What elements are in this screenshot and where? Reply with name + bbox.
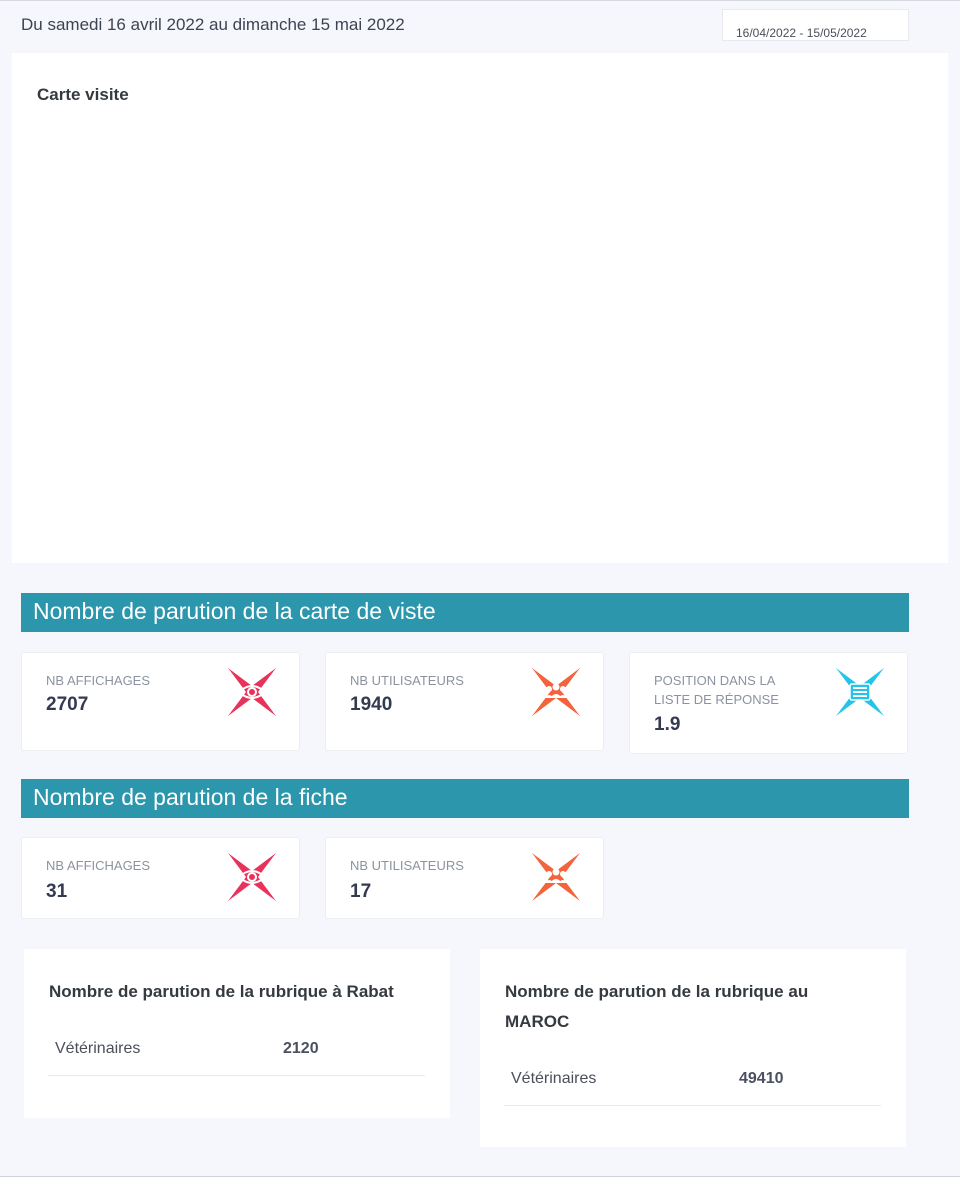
rubrique-maroc-card: Nombre de parution de la rubrique au MAR…: [480, 949, 906, 1147]
carte-visite-title: Carte visite: [37, 85, 129, 104]
table-row: Vétérinaires 49410: [504, 1066, 881, 1106]
table-row: Vétérinaires 2120: [48, 1036, 425, 1076]
eye-icon: [228, 853, 276, 901]
stat-value: 2707: [46, 694, 89, 715]
section-fiche-banner: Nombre de parution de la fiche: [21, 779, 909, 818]
row-name: Vétérinaires: [511, 1070, 597, 1087]
row-value: 49410: [739, 1070, 784, 1087]
carte-visite-card: Carte visite: [12, 53, 948, 563]
rubrique-rabat-card: Nombre de parution de la rubrique à Raba…: [24, 949, 450, 1118]
section-carte-banner: Nombre de parution de la carte de viste: [21, 593, 909, 632]
list-icon: [836, 668, 884, 716]
period-text: Du samedi 16 avril 2022 au dimanche 15 m…: [21, 15, 405, 34]
stat-label: POSITION DANS LA LISTE DE RÉPONSE: [654, 673, 779, 707]
stat-value: 1940: [350, 694, 393, 715]
stat-card-affichages-fiche: NB AFFICHAGES 31: [21, 837, 300, 919]
eye-icon: [228, 668, 276, 716]
stat-card-affichages: NB AFFICHAGES 2707: [21, 652, 300, 751]
stat-value: 31: [46, 881, 68, 902]
stat-value: 1.9: [654, 714, 681, 735]
rubrique-maroc-title: Nombre de parution de la rubrique au MAR…: [505, 982, 809, 1031]
users-icon: [532, 853, 580, 901]
date-range-picker[interactable]: 16/04/2022 - 15/05/2022: [722, 9, 909, 41]
rubrique-rabat-title: Nombre de parution de la rubrique à Raba…: [49, 982, 394, 1001]
stat-label: NB UTILISATEURS: [350, 858, 464, 873]
users-icon: [532, 668, 580, 716]
stat-card-utilisateurs-fiche: NB UTILISATEURS 17: [325, 837, 604, 919]
stat-label: NB UTILISATEURS: [350, 673, 464, 688]
row-name: Vétérinaires: [55, 1040, 141, 1057]
stat-card-utilisateurs: NB UTILISATEURS 1940: [325, 652, 604, 751]
stat-value: 17: [350, 881, 372, 902]
stat-label: NB AFFICHAGES: [46, 858, 151, 873]
row-value: 2120: [283, 1040, 319, 1057]
stat-label: NB AFFICHAGES: [46, 673, 151, 688]
stat-card-position: POSITION DANS LA LISTE DE RÉPONSE 1.9: [629, 652, 908, 754]
